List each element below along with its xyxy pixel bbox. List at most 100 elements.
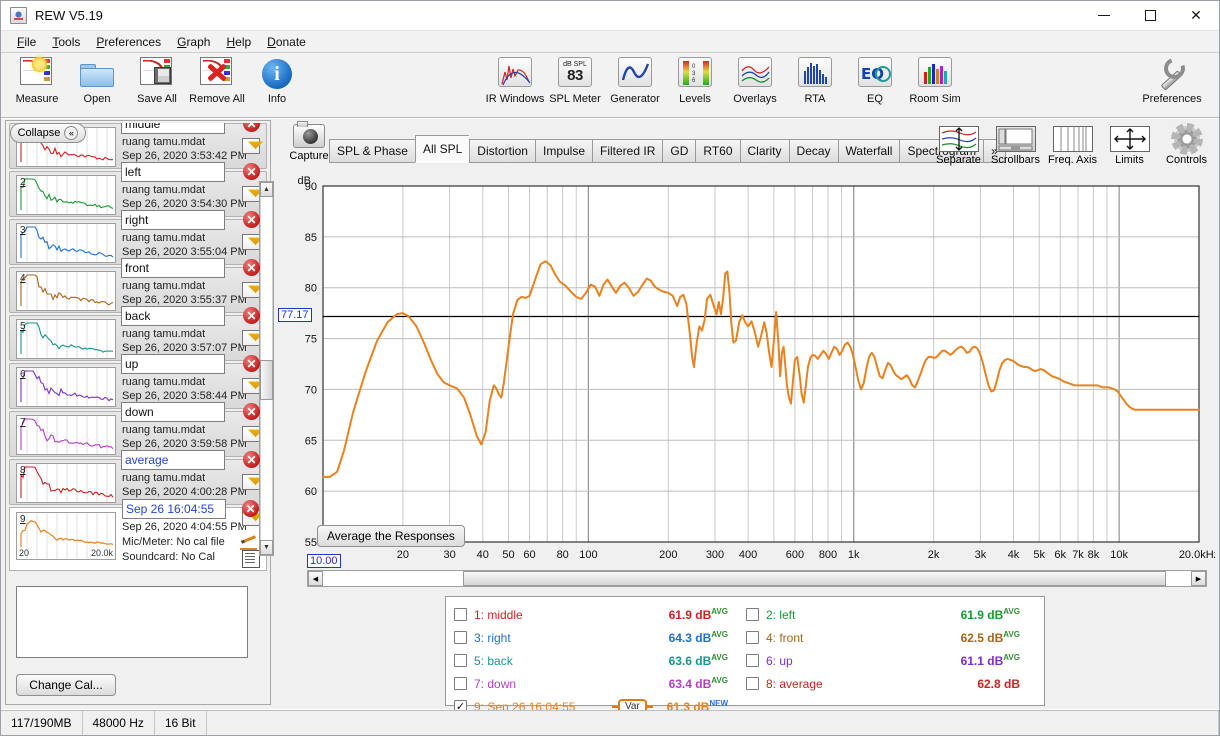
ir-windows-button[interactable]: IR Windows xyxy=(485,53,545,105)
overlays-button[interactable]: Overlays xyxy=(725,53,785,105)
measurement-notes-icon[interactable] xyxy=(242,186,260,202)
legend-checkbox[interactable] xyxy=(454,654,467,667)
legend-checkbox[interactable] xyxy=(454,631,467,644)
measurement-name-input[interactable]: back xyxy=(121,306,225,326)
close-button[interactable]: ✕ xyxy=(1173,1,1219,31)
legend-row[interactable]: 8: average 62.8 dB xyxy=(746,672,1036,695)
measurement-delete-button[interactable]: ✕ xyxy=(243,451,260,468)
measurement-notes-icon[interactable] xyxy=(242,234,260,250)
capture-button[interactable]: Capture xyxy=(285,121,333,162)
menu-preferences[interactable]: Preferences xyxy=(88,33,169,51)
measurement-delete-button[interactable]: ✕ xyxy=(243,355,260,372)
tab-gd[interactable]: GD xyxy=(662,139,696,163)
menu-donate[interactable]: Donate xyxy=(259,33,314,51)
cursor-y-badge[interactable]: 77.17 xyxy=(278,308,312,322)
limits-button[interactable]: Limits xyxy=(1101,124,1158,166)
hscroll-thumb[interactable] xyxy=(463,571,1166,586)
info-button[interactable]: i Info xyxy=(247,53,307,105)
measurement-delete-button[interactable]: ✕ xyxy=(243,211,260,228)
average-responses-button[interactable]: Average the Responses xyxy=(317,525,465,547)
separate-button[interactable]: Separate xyxy=(930,124,987,166)
measurement-notes-icon[interactable] xyxy=(242,330,260,346)
levels-button[interactable]: 0 3 6 Levels xyxy=(665,53,725,105)
measure-button[interactable]: Measure xyxy=(7,53,67,105)
legend-checkbox[interactable] xyxy=(746,608,759,621)
measurement-name-input[interactable]: down xyxy=(121,402,225,422)
menu-file[interactable]: File xyxy=(9,33,44,51)
svg-text:60: 60 xyxy=(523,549,535,561)
minimize-button[interactable] xyxy=(1081,1,1127,31)
scrollbars-button[interactable]: Scrollbars xyxy=(987,124,1044,166)
legend-checkbox[interactable] xyxy=(454,608,467,621)
scroll-thumb[interactable] xyxy=(260,360,273,400)
legend-checkbox[interactable] xyxy=(454,677,467,690)
tab-all-spl[interactable]: All SPL xyxy=(414,135,470,163)
legend-row[interactable]: 1: middle 61.9 dBAVG xyxy=(454,603,744,626)
tab-distortion[interactable]: Distortion xyxy=(469,139,535,163)
tab-filtered-ir[interactable]: Filtered IR xyxy=(592,139,663,163)
measurement-notes-icon[interactable] xyxy=(242,282,260,298)
measurement-notes-icon[interactable] xyxy=(242,426,260,442)
generator-button[interactable]: Generator xyxy=(605,53,665,105)
collapse-button[interactable]: Collapse « xyxy=(10,123,86,143)
svg-text:70: 70 xyxy=(305,384,317,396)
notes-textarea[interactable] xyxy=(16,586,248,658)
legend-row[interactable]: 7: down 63.4 dBAVG xyxy=(454,672,744,695)
menu-help[interactable]: Help xyxy=(218,33,259,51)
tab-impulse[interactable]: Impulse xyxy=(534,139,593,163)
generator-label: Generator xyxy=(610,93,660,105)
horizontal-scrollbar[interactable]: ◀ ▶ xyxy=(307,570,1207,587)
measurement-delete-button[interactable]: ✕ xyxy=(243,259,260,276)
hscroll-left-arrow[interactable]: ◀ xyxy=(308,571,323,586)
controls-button[interactable]: Controls xyxy=(1158,124,1215,166)
legend-row[interactable]: 6: up 61.1 dBAVG xyxy=(746,649,1036,672)
measurement-delete-button[interactable]: ✕ xyxy=(243,403,260,420)
selected-measurement-card[interactable]: 9 20 20.0k Sep 26 16:04:55 ✕ Sep 26, 2020 4:0… xyxy=(9,499,267,571)
maximize-button[interactable] xyxy=(1127,1,1173,31)
measurement-name-input[interactable]: up xyxy=(121,354,225,374)
save-all-button[interactable]: Save All xyxy=(127,53,187,105)
freq-axis-button[interactable]: Freq. Axis xyxy=(1044,124,1101,166)
rta-button[interactable]: RTA xyxy=(785,53,845,105)
menu-tools[interactable]: Tools xyxy=(44,33,88,51)
legend-checkbox[interactable] xyxy=(746,631,759,644)
measurement-delete-button[interactable]: ✕ xyxy=(243,163,260,180)
tab-decay[interactable]: Decay xyxy=(788,139,838,163)
legend-row[interactable]: 4: front 62.5 dBAVG xyxy=(746,626,1036,649)
tab-rt60[interactable]: RT60 xyxy=(695,139,740,163)
measurement-name-input[interactable]: average xyxy=(121,450,225,470)
measurement-notes-icon[interactable] xyxy=(242,138,260,154)
hscroll-right-arrow[interactable]: ▶ xyxy=(1191,571,1206,586)
measurement-list-scrollbar[interactable]: ▲ ▼ xyxy=(259,181,274,556)
cursor-x-badge[interactable]: 10.00 xyxy=(307,554,341,568)
tab-waterfall[interactable]: Waterfall xyxy=(837,139,900,163)
spl-meter-button[interactable]: dB SPL 83 SPL Meter xyxy=(545,53,605,105)
measurement-name-input[interactable]: right xyxy=(121,210,225,230)
measurement-notes-icon[interactable] xyxy=(242,474,260,490)
open-button[interactable]: Open xyxy=(67,53,127,105)
legend-checkbox[interactable] xyxy=(746,677,759,690)
measurement-name-input[interactable]: front xyxy=(121,258,225,278)
legend-row[interactable]: 3: right 64.3 dBAVG xyxy=(454,626,744,649)
remove-all-button[interactable]: Remove All xyxy=(187,53,247,105)
legend-row[interactable]: 5: back 63.6 dBAVG xyxy=(454,649,744,672)
measurement-delete-button[interactable]: ✕ xyxy=(243,307,260,324)
selected-measurement-delete-button[interactable]: ✕ xyxy=(242,500,259,517)
menu-graph[interactable]: Graph xyxy=(169,33,218,51)
legend-checkbox[interactable] xyxy=(746,654,759,667)
preferences-button[interactable]: Preferences xyxy=(1131,53,1213,105)
selected-measurement-name-input[interactable]: Sep 26 16:04:55 xyxy=(122,499,226,519)
mic-cal-icon[interactable] xyxy=(240,538,258,550)
measurement-name-input[interactable]: left xyxy=(121,162,225,182)
change-cal-button[interactable]: Change Cal... xyxy=(16,674,116,696)
soundcard-cal-icon[interactable] xyxy=(242,550,260,568)
tab-clarity[interactable]: Clarity xyxy=(739,139,789,163)
tab-spl-phase[interactable]: SPL & Phase xyxy=(329,139,415,163)
legend-row[interactable]: 2: left 61.9 dBAVG xyxy=(746,603,1036,626)
scroll-down-arrow[interactable]: ▼ xyxy=(260,540,273,555)
eq-button[interactable]: EQ EQ xyxy=(845,53,905,105)
measurement-name-input[interactable]: middle xyxy=(121,123,225,134)
scroll-up-arrow[interactable]: ▲ xyxy=(260,182,273,197)
measurement-notes-icon[interactable] xyxy=(242,378,260,394)
room-sim-button[interactable]: Room Sim xyxy=(905,53,965,105)
